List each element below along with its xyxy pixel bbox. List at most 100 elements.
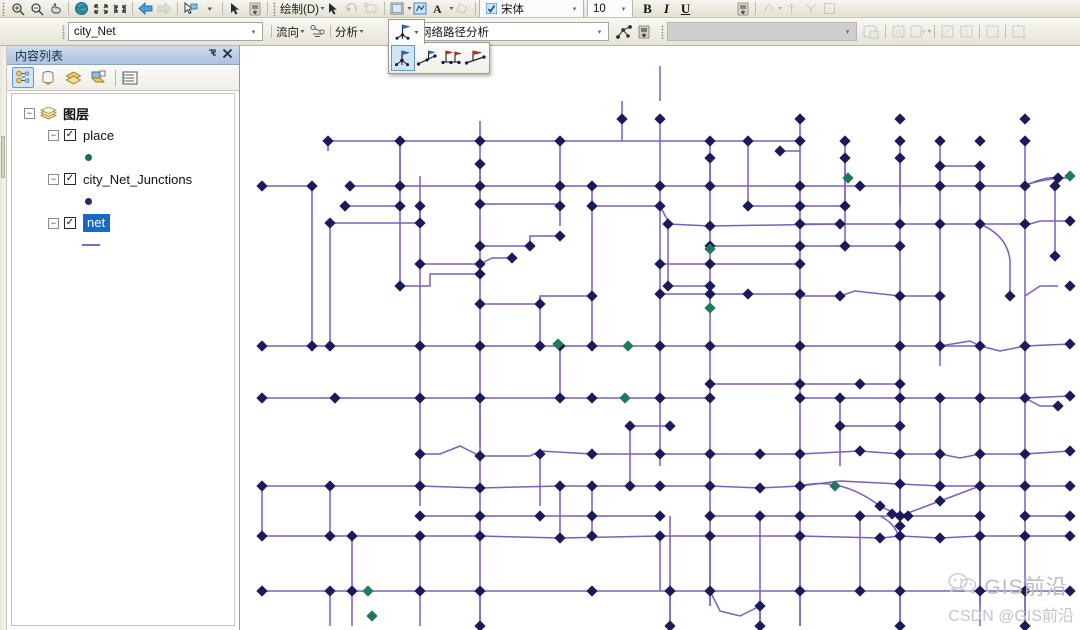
table-of-contents-panel: 内容列表 − 图层 − ✓ place − ✓ city_Net_Junctio…	[7, 46, 240, 630]
flag-tool-flyout[interactable]	[388, 42, 490, 74]
geodatabase-icon	[863, 24, 881, 40]
add-junction-flag-button[interactable]	[391, 45, 415, 71]
divider	[475, 2, 477, 15]
add-edge-flag-button[interactable]	[415, 45, 439, 71]
expand-collapse-icon[interactable]: −	[48, 173, 59, 185]
search-toolbar-grip[interactable]	[661, 24, 665, 39]
fixed-zoom-out-icon[interactable]	[111, 1, 128, 17]
list-by-source-icon[interactable]	[37, 67, 59, 88]
attributes-icon	[821, 1, 838, 17]
chevron-down-icon[interactable]: ▾	[928, 28, 932, 35]
toolbar-overflow-icon[interactable]	[246, 1, 263, 17]
pan-icon[interactable]	[47, 1, 64, 17]
draw-toolbar-grip[interactable]	[273, 1, 276, 16]
data-frame-icon	[40, 106, 57, 120]
chevron-down-icon[interactable]: ▾	[841, 28, 854, 36]
chevron-down-icon[interactable]: ▾	[415, 29, 419, 36]
toc-symbol-city-net-junctions[interactable]	[12, 190, 234, 212]
toolbar-overflow-icon[interactable]	[635, 24, 652, 40]
line-symbol-swatch[interactable]	[82, 243, 100, 247]
layer-visibility-checkbox[interactable]: ✓	[64, 173, 76, 185]
new-rectangle-icon	[363, 1, 380, 17]
divider	[934, 25, 936, 38]
network-combo[interactable]: city_Net ▾	[68, 22, 263, 41]
add-junction-flag-split-button[interactable]: ▾	[388, 19, 425, 44]
analysis-menu-label[interactable]: 分析	[334, 24, 359, 40]
divider	[383, 2, 385, 15]
toolbar-tools: ▾ 绘制(D) ▾ ▾ A ▾ 宋体 ▾ 10 ▾ B I U ▾	[0, 0, 1080, 18]
select-features-icon[interactable]	[182, 1, 199, 17]
toc-symbol-place[interactable]	[12, 146, 234, 168]
toc-layer-label: city_Net_Junctions	[83, 171, 193, 187]
toc-root-item[interactable]: − 图层	[12, 102, 234, 124]
list-by-selection-icon[interactable]	[87, 67, 109, 88]
map-view[interactable]	[240, 46, 1080, 630]
cut-polygons-icon	[939, 24, 956, 40]
toc-layer-net[interactable]: − ✓ net	[12, 212, 234, 234]
chevron-down-icon[interactable]: ▾	[593, 28, 606, 36]
divider	[115, 69, 116, 86]
fixed-zoom-in-icon[interactable]	[92, 1, 109, 17]
chevron-down-icon[interactable]: ▾	[617, 5, 630, 13]
bold-button[interactable]: B	[639, 1, 656, 17]
chevron-down-icon[interactable]: ▾	[301, 28, 305, 35]
panel-resize-handle[interactable]	[1, 136, 5, 178]
zoom-in-icon[interactable]	[9, 1, 26, 17]
list-by-visibility-icon[interactable]	[62, 67, 84, 88]
point-symbol-swatch[interactable]	[85, 153, 92, 161]
font-color-icon[interactable]: A	[431, 1, 448, 17]
chevron-down-icon[interactable]: ▾	[450, 5, 454, 12]
divider	[885, 25, 887, 38]
underline-button[interactable]: U	[677, 1, 694, 17]
solve-network-icon[interactable]	[616, 24, 633, 40]
point-symbol-swatch[interactable]	[85, 197, 92, 205]
chevron-down-icon[interactable]: ▾	[321, 5, 325, 12]
font-size-combo[interactable]: 10 ▾	[587, 0, 634, 17]
geometric-network-grip[interactable]	[62, 24, 65, 39]
flow-display-icon[interactable]	[309, 24, 326, 40]
toc-layer-city-net-junctions[interactable]: − ✓ city_Net_Junctions	[12, 168, 234, 190]
back-extent-icon[interactable]	[137, 1, 154, 17]
expand-collapse-icon[interactable]: −	[48, 129, 59, 141]
add-edge-barrier-icon	[464, 50, 486, 65]
toc-symbol-net[interactable]	[12, 234, 234, 256]
divider	[267, 2, 268, 15]
zoom-out-icon[interactable]	[28, 1, 45, 17]
select-elements-icon[interactable]	[227, 1, 244, 17]
close-icon[interactable]	[220, 48, 235, 62]
toc-toolbar	[7, 65, 239, 91]
fill-color-icon[interactable]	[389, 1, 406, 17]
layer-visibility-checkbox[interactable]: ✓	[64, 129, 76, 141]
select-elements-arrow-icon[interactable]	[325, 1, 342, 17]
chevron-down-icon[interactable]: ▾	[360, 28, 364, 35]
chevron-down-icon[interactable]: ▾	[247, 28, 260, 36]
add-edge-flag-icon	[416, 50, 437, 66]
layer-visibility-checkbox[interactable]: ✓	[64, 217, 76, 229]
toc-title-bar: 内容列表	[7, 46, 239, 65]
italic-button[interactable]: I	[658, 1, 675, 17]
globe-full-extent-icon[interactable]	[73, 1, 90, 17]
network-task-combo[interactable]: 网络路径分析 ▾	[414, 22, 610, 41]
toc-layer-place[interactable]: − ✓ place	[12, 124, 234, 146]
chevron-down-icon[interactable]: ▾	[408, 5, 412, 12]
draw-menu-label[interactable]: 绘制(D)	[279, 1, 320, 17]
chevron-down-icon[interactable]: ▾	[568, 5, 581, 13]
toc-options-icon[interactable]	[119, 67, 141, 88]
search-input[interactable]: ▾	[667, 22, 858, 41]
edit-vertices-icon	[909, 24, 926, 40]
divider	[330, 25, 332, 38]
list-by-drawing-order-icon[interactable]	[12, 67, 34, 88]
font-family-combo[interactable]: 宋体 ▾	[479, 0, 585, 17]
clear-selection-icon[interactable]: ▾	[201, 1, 218, 17]
line-color-icon[interactable]	[412, 1, 429, 17]
flow-menu-label[interactable]: 流向	[275, 24, 300, 40]
toolbar-grip[interactable]	[2, 1, 5, 16]
toc-tree[interactable]: − 图层 − ✓ place − ✓ city_Net_Junctions − …	[11, 93, 235, 626]
pin-icon[interactable]	[205, 48, 220, 62]
toolbar-overflow-icon[interactable]	[734, 1, 751, 17]
expand-collapse-icon[interactable]: −	[24, 107, 35, 119]
add-edge-barrier-button[interactable]	[463, 45, 487, 71]
expand-collapse-icon[interactable]: −	[48, 217, 59, 229]
add-junction-barrier-button[interactable]	[439, 45, 463, 71]
divider	[755, 2, 757, 15]
